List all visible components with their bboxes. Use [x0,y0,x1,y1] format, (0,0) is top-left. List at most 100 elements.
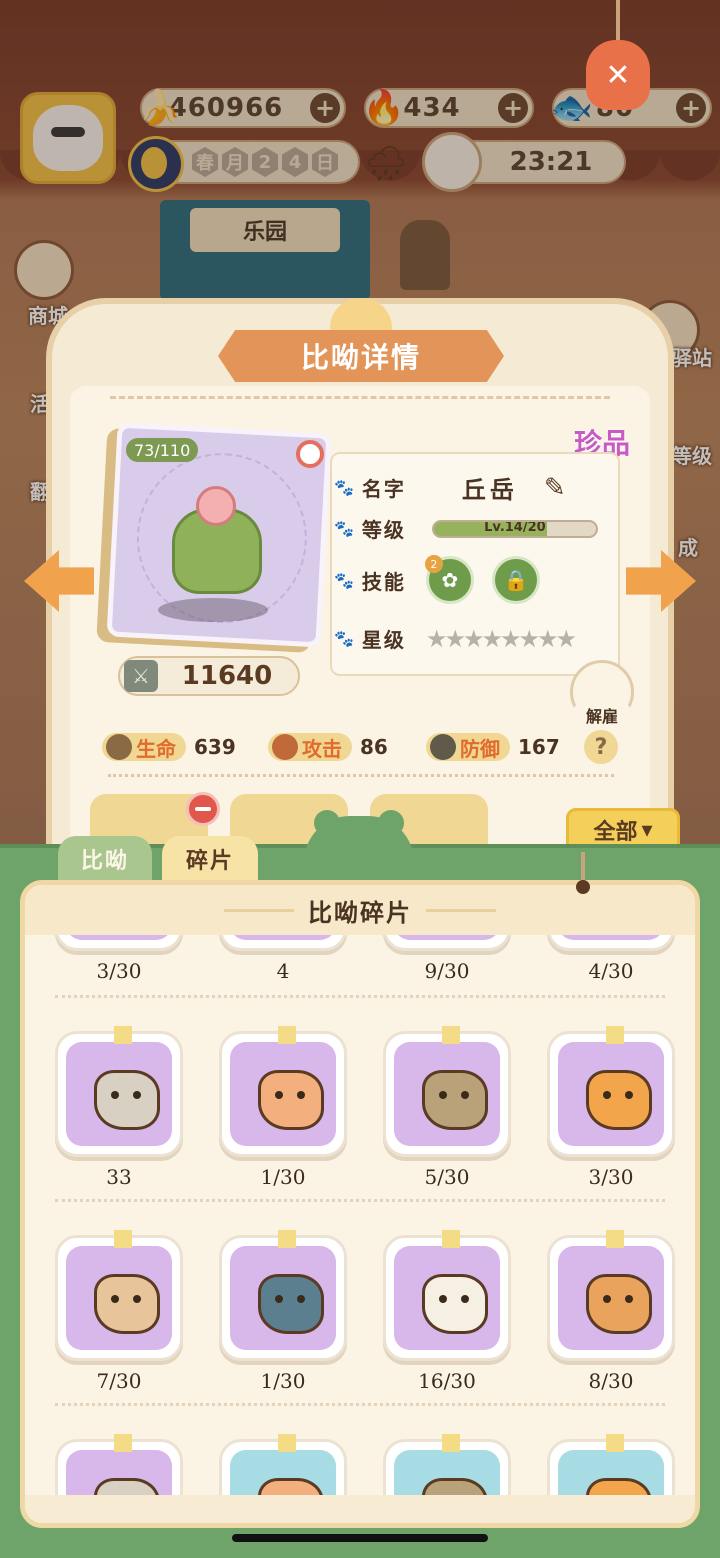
fragment-item[interactable]: 16/30 [383,1230,513,1393]
paw-icon: 🐾 [334,478,354,497]
panel-title: 比呦详情 [218,330,504,382]
fragment-item[interactable]: 8/30 [547,1230,677,1393]
fragment-count: 4/30 [588,959,634,983]
close-tag-button[interactable]: ✕ [586,0,650,112]
fragment-background [66,935,172,940]
level-row: 🐾 等级 Lv.14/20 [334,514,598,543]
fragment-piece-icon [94,1070,160,1130]
attack-pill: 攻击 [268,733,352,761]
tape-decoration [114,1434,132,1452]
fragments-grid: 3/30 4 9/30 4/30 33 1/30 5/30 3/30 7/30 1/30 16/30… [25,935,695,1495]
skill-flower-icon[interactable]: ✿ 2 [424,555,474,604]
skill-locked-icon[interactable]: 🔒 [491,556,540,604]
fragment-background [394,1246,500,1350]
combat-power: ⚔ 11640 [118,656,300,696]
fragment-piece-icon [422,1274,488,1334]
fragment-count: 1/30 [260,1369,306,1393]
hp-stat: 生命 639 [102,732,236,762]
attack-stat: 攻击 86 [268,732,388,762]
tab-pets[interactable]: 比呦 [58,836,152,882]
fragment-item[interactable]: 1/30 [219,1026,349,1189]
row-divider [55,1199,665,1202]
fragment-count: 33 [106,1165,132,1189]
tape-decoration [606,1230,624,1248]
fragment-frame [547,1434,675,1495]
level-label: 等级 [361,518,406,542]
level-text: Lv.14/20 [484,519,546,535]
fragment-item[interactable]: 9/30 [383,935,513,983]
fragment-item[interactable]: 3/30 [547,1026,677,1189]
fragment-item[interactable]: 3/30 [55,935,185,983]
name-row: 🐾 名字 丘岳 ✎ [334,470,566,505]
fragment-background [230,935,336,940]
fragment-item[interactable]: 4 [219,935,349,983]
level-progress-bar: Lv.14/20 [431,519,598,538]
fragment-frame [383,1230,511,1361]
fragment-item[interactable]: 1/30 [219,1230,349,1393]
tape-decoration [442,1230,460,1248]
help-button[interactable]: ? [584,730,618,764]
fragment-item[interactable]: 33 [55,1026,185,1189]
star-rating-icon: ★★★★★★★★ [425,624,577,653]
fragment-background [558,1042,664,1146]
fragment-background [394,1042,500,1146]
fragment-frame [55,1434,183,1495]
defense-icon [430,734,456,760]
fragment-item[interactable] [547,1434,677,1495]
divider [110,396,610,399]
defense-label: 防御 [460,736,500,761]
fragment-count: 4 [276,959,290,983]
name-label: 名字 [361,477,406,501]
home-indicator[interactable] [232,1534,488,1542]
hp-label: 生命 [136,736,176,761]
fragment-piece-icon [422,1070,488,1130]
attack-icon [272,734,298,760]
tape-decoration [606,1434,624,1452]
dismiss-button[interactable]: 解雇 [574,702,630,728]
tape-decoration [114,1026,132,1044]
fragment-item[interactable] [383,1434,513,1495]
fragment-piece-icon [422,1478,488,1495]
flower-icon [196,486,236,526]
fragments-header: 比呦碎片 [25,885,695,935]
fragment-frame [219,1434,347,1495]
card-progress: 73/110 [126,438,199,462]
fragment-piece-icon [586,1274,652,1334]
row-divider [55,1403,665,1406]
fragment-item[interactable]: 4/30 [547,935,677,983]
pin-icon [296,440,324,468]
attack-label: 攻击 [302,736,342,761]
fragment-background [230,1246,336,1350]
fragment-piece-icon [258,1070,324,1130]
fragment-item[interactable]: 5/30 [383,1026,513,1189]
fragment-piece-icon [258,1274,324,1334]
skill-label: 技能 [361,569,406,594]
defense-value: 167 [518,735,560,759]
fragment-frame [383,935,511,951]
fragment-background [394,935,500,940]
fragment-count: 1/30 [260,1165,306,1189]
edit-name-pencil-icon[interactable]: ✎ [544,473,566,503]
remove-button[interactable] [186,792,220,826]
fragment-count: 16/30 [418,1369,476,1393]
pet-name: 丘岳 [461,476,518,504]
defense-stat: 防御 167 [426,732,560,762]
fragment-count: 9/30 [424,959,470,983]
skill-level-badge: 2 [424,555,443,573]
fragment-piece-icon [258,1478,324,1495]
fragment-background [394,1450,500,1495]
pet-sprite [162,484,272,604]
tape-decoration [442,1434,460,1452]
tape-decoration [278,1434,296,1452]
fragment-item[interactable]: 7/30 [55,1230,185,1393]
chevron-down-icon: ▾ [641,817,653,843]
fragment-item[interactable] [219,1434,349,1495]
defense-pill: 防御 [426,733,510,761]
fragment-piece-icon [586,1478,652,1495]
paw-icon: 🐾 [334,629,354,648]
tab-fragments[interactable]: 碎片 [162,836,258,882]
fragment-frame [383,1434,511,1495]
power-value: 11640 [181,661,273,691]
tape-decoration [114,1230,132,1248]
fragment-item[interactable] [55,1434,185,1495]
